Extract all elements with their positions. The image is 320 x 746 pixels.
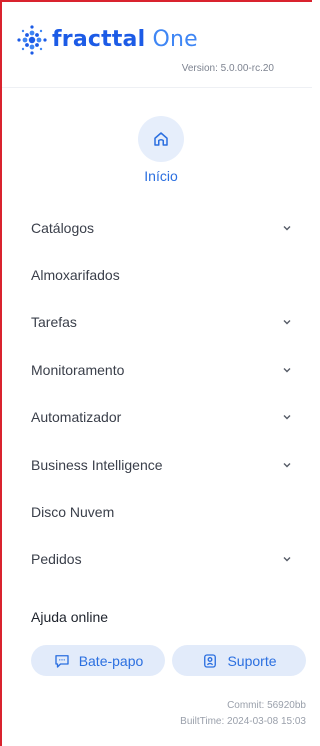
chevron-down-icon: [282, 317, 292, 327]
menu-item-label: Monitoramento: [31, 361, 125, 378]
menu-item-label: Disco Nuvem: [31, 504, 115, 521]
menu-item-tarefas[interactable]: Tarefas: [2, 299, 312, 346]
home-label[interactable]: Início: [100, 168, 222, 184]
menu-item-monitoramento[interactable]: Monitoramento: [2, 346, 312, 393]
commit-label: Commit: 56920bb: [227, 700, 306, 711]
chevron-down-icon: [282, 554, 292, 564]
chevron-down-icon: [282, 223, 292, 233]
support-button-label: Suporte: [227, 652, 277, 669]
menu-item-label: Tarefas: [31, 314, 77, 331]
version-label: Version: 5.0.00-rc.20: [181, 63, 274, 74]
menu-item-label: Catálogos: [31, 219, 95, 236]
fracttal-logo-icon: [17, 25, 47, 55]
menu-item-business-intelligence[interactable]: Business Intelligence: [2, 441, 312, 488]
brand-logo[interactable]: fracttal One: [16, 24, 198, 56]
chat-button-label: Bate-papo: [78, 652, 144, 669]
menu-item-label: Business Intelligence: [31, 456, 163, 473]
chevron-down-icon: [282, 460, 292, 470]
built-time-label: BuiltTime: 2024-03-08 15:03: [180, 716, 306, 727]
chevron-down-icon: [282, 365, 292, 375]
menu-item-disco-nuvem[interactable]: Disco Nuvem: [2, 488, 312, 535]
sidebar-header: fracttal One Version: 5.0.00-rc.20: [2, 2, 312, 88]
brand-name-part1: fracttal: [52, 27, 146, 52]
chat-bubble-icon: [55, 654, 69, 668]
menu-item-label: Almoxarifados: [31, 267, 120, 284]
menu-item-pedidos[interactable]: Pedidos: [2, 536, 312, 583]
sidebar-menu: Catálogos Almoxarifados Tarefas Monitora…: [2, 204, 312, 583]
menu-item-label: Pedidos: [31, 551, 82, 568]
support-agent-icon: [204, 653, 217, 668]
menu-item-catalogos[interactable]: Catálogos: [2, 204, 312, 251]
brand-name-part2: One: [145, 27, 198, 52]
chevron-down-icon: [282, 412, 292, 422]
menu-item-automatizador[interactable]: Automatizador: [2, 394, 312, 441]
support-button[interactable]: Suporte: [172, 645, 306, 676]
brand-name: fracttal One: [52, 29, 198, 51]
menu-item-label: Automatizador: [31, 409, 122, 426]
home-button[interactable]: [138, 116, 184, 162]
help-section-title: Ajuda online: [31, 609, 109, 625]
home-icon: [154, 132, 168, 146]
menu-item-almoxarifados[interactable]: Almoxarifados: [2, 251, 312, 298]
chat-button[interactable]: Bate-papo: [31, 645, 165, 676]
